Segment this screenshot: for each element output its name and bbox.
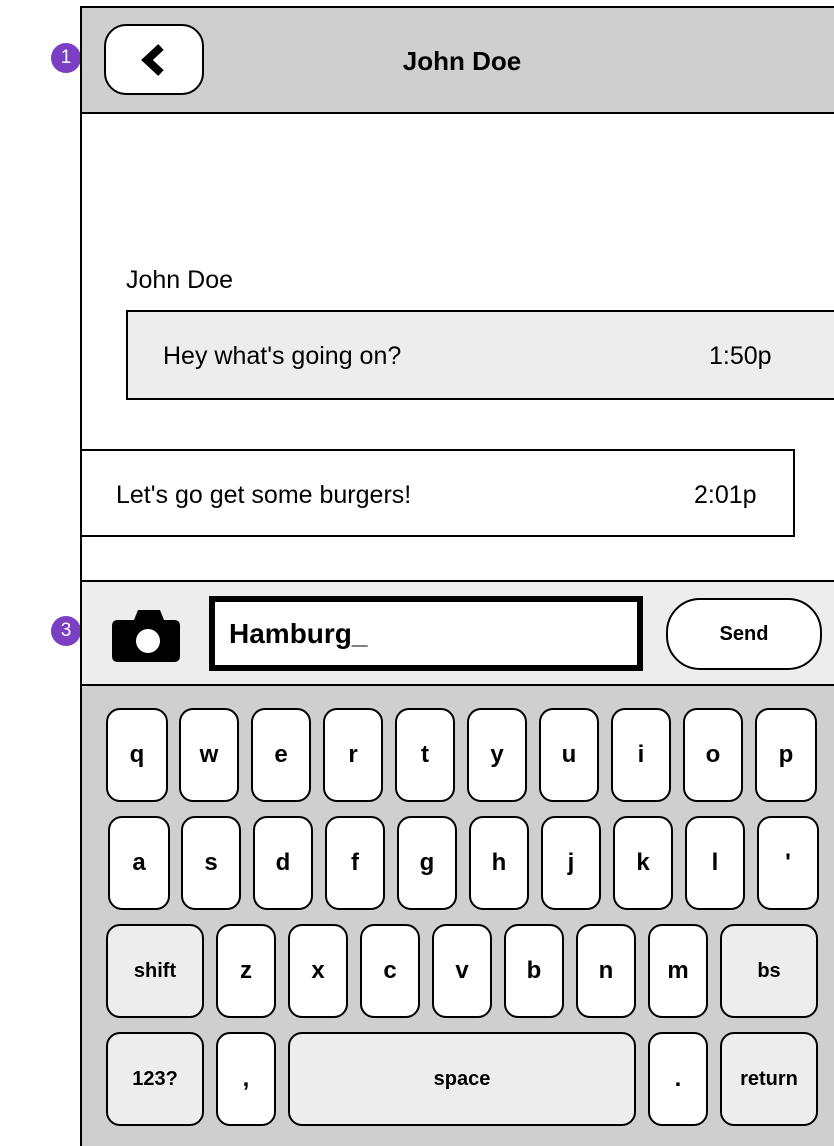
- incoming-message: Hey what's going on? 1:50p: [126, 310, 834, 400]
- key-p[interactable]: p: [755, 708, 817, 802]
- message-time: 1:50p: [709, 342, 772, 370]
- key-apostrophe[interactable]: ': [757, 816, 819, 910]
- key-q[interactable]: q: [106, 708, 168, 802]
- key-l[interactable]: l: [685, 816, 745, 910]
- return-key[interactable]: return: [720, 1032, 818, 1126]
- backspace-key[interactable]: bs: [720, 924, 818, 1018]
- compose-bar: Send: [82, 580, 834, 686]
- key-n[interactable]: n: [576, 924, 636, 1018]
- key-b[interactable]: b: [504, 924, 564, 1018]
- shift-key[interactable]: shift: [106, 924, 204, 1018]
- key-z[interactable]: z: [216, 924, 276, 1018]
- callout-marker-1: 1: [51, 43, 81, 73]
- space-key[interactable]: space: [288, 1032, 636, 1126]
- chat-screen: John Doe John Doe Hey what's going on? 1…: [80, 6, 834, 1146]
- key-k[interactable]: k: [613, 816, 673, 910]
- key-w[interactable]: w: [179, 708, 239, 802]
- chevron-left-icon: [141, 43, 164, 76]
- key-o[interactable]: o: [683, 708, 743, 802]
- outgoing-message: Let's go get some burgers! 2:01p: [82, 449, 795, 537]
- message-time: 2:01p: [694, 481, 757, 509]
- key-y[interactable]: y: [467, 708, 527, 802]
- send-button[interactable]: Send: [666, 598, 822, 670]
- camera-icon[interactable]: [110, 604, 182, 664]
- sender-name: John Doe: [126, 266, 234, 294]
- message-text: Let's go get some burgers!: [116, 481, 412, 509]
- callout-marker-3: 3: [51, 616, 81, 646]
- key-t[interactable]: t: [395, 708, 455, 802]
- key-m[interactable]: m: [648, 924, 708, 1018]
- back-button[interactable]: [104, 24, 204, 95]
- page-title: John Doe: [402, 46, 522, 76]
- key-r[interactable]: r: [323, 708, 383, 802]
- key-j[interactable]: j: [541, 816, 601, 910]
- key-f[interactable]: f: [325, 816, 385, 910]
- key-d[interactable]: d: [253, 816, 313, 910]
- key-x[interactable]: x: [288, 924, 348, 1018]
- key-comma[interactable]: ,: [216, 1032, 276, 1126]
- message-input[interactable]: [209, 596, 643, 671]
- key-v[interactable]: v: [432, 924, 492, 1018]
- key-h[interactable]: h: [469, 816, 529, 910]
- key-e[interactable]: e: [251, 708, 311, 802]
- key-c[interactable]: c: [360, 924, 420, 1018]
- message-text: Hey what's going on?: [163, 342, 402, 370]
- key-period[interactable]: .: [648, 1032, 708, 1126]
- header-bar: John Doe: [82, 8, 834, 114]
- key-u[interactable]: u: [539, 708, 599, 802]
- keyboard: qwertyuiop a s d f g h j k l ' shift z x c v b n m bs 123…: [82, 686, 834, 1146]
- key-s[interactable]: s: [181, 816, 241, 910]
- key-a[interactable]: a: [108, 816, 170, 910]
- key-i[interactable]: i: [611, 708, 671, 802]
- key-g[interactable]: g: [397, 816, 457, 910]
- numbers-key[interactable]: 123?: [106, 1032, 204, 1126]
